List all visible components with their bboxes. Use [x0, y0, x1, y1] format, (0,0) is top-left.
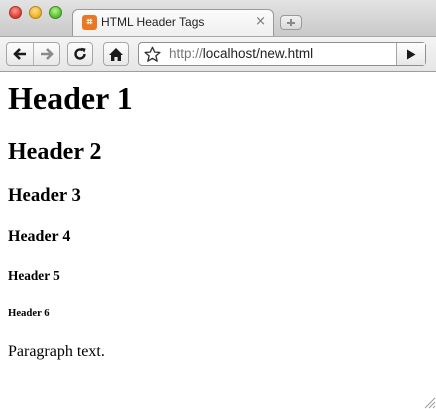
address-bar[interactable]: http://localhost/new.html	[138, 42, 426, 66]
page-content: Header 1 Header 2 Header 3 Header 4 Head…	[0, 72, 436, 409]
url-text[interactable]: http://localhost/new.html	[169, 46, 313, 61]
browser-toolbar: http://localhost/new.html	[0, 36, 436, 72]
tab-title: HTML Header Tags	[101, 15, 205, 29]
reload-button[interactable]	[67, 42, 93, 66]
title-bar: ⌗ HTML Header Tags ×	[0, 0, 436, 36]
nav-button-group	[6, 42, 60, 66]
header-2: Header 2	[8, 139, 102, 165]
forward-arrow-icon	[41, 48, 54, 60]
home-button[interactable]	[103, 42, 129, 66]
url-host-path: localhost/new.html	[202, 46, 314, 61]
bookmark-star-button[interactable]	[143, 45, 161, 63]
header-5: Header 5	[8, 268, 60, 283]
header-6: Header 6	[8, 307, 50, 319]
header-1: Header 1	[8, 80, 133, 116]
xampp-favicon-icon: ⌗	[82, 15, 97, 30]
home-icon	[109, 47, 123, 61]
minimize-window-button[interactable]	[29, 6, 42, 19]
star-icon	[143, 46, 161, 62]
new-tab-button[interactable]	[280, 15, 302, 30]
maximize-window-button[interactable]	[49, 6, 62, 19]
tab-close-icon[interactable]: ×	[255, 14, 266, 29]
browser-tab[interactable]: ⌗ HTML Header Tags ×	[72, 9, 274, 36]
go-arrow-icon	[407, 49, 416, 59]
forward-button[interactable]	[34, 43, 60, 65]
close-window-button[interactable]	[9, 6, 22, 19]
paragraph-text: Paragraph text.	[8, 343, 105, 360]
back-arrow-icon	[13, 48, 26, 60]
reload-icon	[74, 47, 86, 60]
go-button[interactable]	[396, 43, 425, 65]
back-button[interactable]	[7, 43, 33, 65]
url-scheme: http://	[169, 46, 203, 61]
resize-grip-icon[interactable]	[422, 395, 436, 409]
header-3: Header 3	[8, 185, 81, 206]
header-4: Header 4	[8, 228, 71, 245]
